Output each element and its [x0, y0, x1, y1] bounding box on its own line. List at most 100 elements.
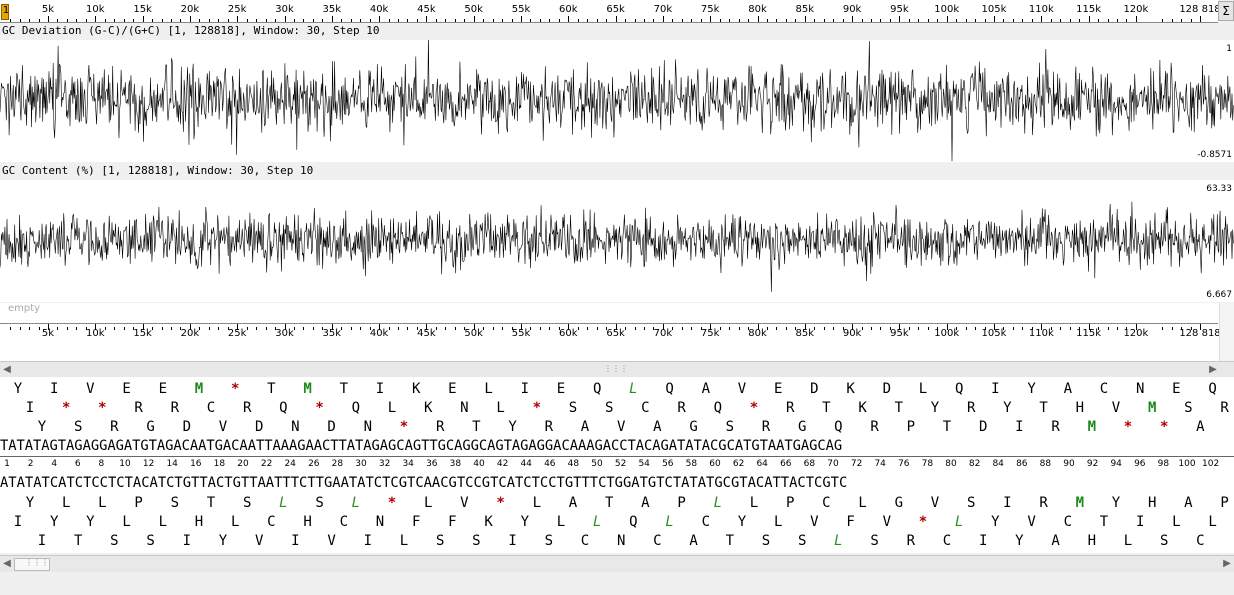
sequence-view[interactable]: Y I V E E M * T M T I K E L I E Q L Q A V E D K D L Q I Y A C N E Q I * * R R… [0, 377, 1234, 553]
ruler-minor-tick [1022, 327, 1024, 330]
ruler-minor-tick [322, 19, 324, 22]
top-ruler[interactable]: 1 5k 10k 15k 20k 25k 30k 35k 40k 45k 50k 55k 60k 65k… [0, 0, 1221, 23]
translation-frame-1: Y I V E E M * T M T I K E L I E Q L Q A V E D K D L Q I Y A C N E Q [0, 381, 1234, 399]
gc-deviation-graph[interactable]: 1 -0.8571 [0, 40, 1234, 162]
seq-position-label: 36 [426, 459, 438, 469]
seq-position-label: 90 [1063, 459, 1075, 469]
amino-acid: Q [665, 381, 674, 397]
amino-acid: N [616, 533, 626, 549]
ruler-minor-tick [218, 327, 220, 330]
ruler-tick-label: 70k [653, 328, 673, 339]
amino-acid: A [689, 533, 698, 549]
ruler-minor-tick [889, 19, 891, 22]
ruler-minor-tick [1162, 19, 1164, 22]
seq-position-label: 40 [473, 459, 485, 469]
seq-position-label: 48 [567, 459, 580, 469]
ruler-minor-tick [1012, 327, 1014, 330]
ruler-minor-tick [29, 19, 31, 22]
amino-acid: E [1172, 381, 1181, 397]
seq-position-label: 52 [614, 459, 627, 469]
ruler-minor-tick [398, 327, 400, 330]
ruler-minor-tick [927, 327, 929, 330]
amino-acid: * [1159, 419, 1169, 435]
ruler-minor-tick [833, 19, 835, 22]
amino-acid: R [110, 419, 119, 435]
ruler-minor-tick [1181, 327, 1183, 330]
ruler-tick-label: 115k [1076, 4, 1102, 15]
ruler-tick [521, 16, 522, 22]
ruler-minor-tick [161, 19, 163, 22]
ruler-tick-label: 5k [41, 4, 55, 15]
ruler-tick [189, 16, 191, 22]
amino-acid: V [1027, 514, 1036, 530]
amino-acid: R [544, 419, 554, 435]
scroll-left-arrow[interactable]: ◀ [0, 362, 14, 377]
seq-position-label: 22 [260, 459, 273, 469]
seq-position-label: 76 [898, 459, 910, 469]
amino-acid: Y [218, 533, 228, 549]
amino-acid: V [616, 419, 626, 435]
amino-acid: L [61, 495, 71, 511]
seq-scroll-right-arrow[interactable]: ▶ [1220, 556, 1234, 571]
ruler-minor-tick [38, 19, 40, 22]
ruler-tick [662, 16, 664, 22]
amino-acid: R [761, 419, 771, 435]
bottom-ruler[interactable]: 5k 10k 15k 20k 25k 30k 35k 40k 45k 50k 55k 60k 65k 70… [0, 323, 1221, 342]
sigma-button[interactable]: Σ [1218, 1, 1234, 21]
ruler-minor-tick [1171, 327, 1173, 330]
ruler-tick-label: 5k [41, 328, 55, 339]
ruler-minor-tick [275, 327, 277, 330]
overview-scrollbar[interactable]: ◀ ⋮⋮⋮ ▶ [0, 361, 1234, 377]
amino-acid: R [170, 400, 180, 416]
overview-panel[interactable]: empty 5k 10k 15k 20k 25k 30k 35k 40k 45k 50k 55k 60… [0, 303, 1234, 361]
seq-scroll-left-arrow[interactable]: ◀ [0, 556, 14, 571]
amino-acid: D [882, 381, 892, 397]
forward-strand: TATATAGTAGAGGAGATGTAGACAATGACAATTAAAGAAC… [0, 438, 843, 454]
scroll-grip[interactable]: ⋮⋮⋮ [604, 364, 628, 373]
amino-acid: L [556, 514, 566, 530]
sequence-scrollbar[interactable]: ◀ ⋮⋮⋮ ▶ [0, 555, 1234, 572]
seq-scroll-thumb[interactable]: ⋮⋮⋮ [14, 558, 50, 571]
amino-acid: Y [1111, 495, 1121, 511]
ruler-minor-tick [842, 327, 844, 330]
seq-position-label: 38 [449, 459, 462, 469]
ruler-tick-label: 65k [606, 4, 625, 15]
ruler-minor-tick [170, 19, 172, 22]
amino-acid: L [158, 514, 168, 530]
amino-acid: A [1184, 495, 1193, 511]
ruler-minor-tick [766, 327, 768, 330]
ruler-minor-tick [360, 19, 362, 22]
panel-resize-handle[interactable] [1219, 303, 1234, 361]
ruler-tick [48, 16, 49, 22]
amino-acid: I [182, 533, 192, 549]
amino-acid: K [411, 381, 421, 397]
seq-position-label: 72 [850, 459, 863, 469]
amino-acid: Q [592, 381, 602, 397]
amino-acid: I [991, 381, 1000, 397]
ruler-minor-tick [303, 327, 305, 330]
scroll-right-arrow[interactable]: ▶ [1206, 362, 1220, 377]
seq-position-label: 8 [98, 459, 105, 469]
amino-acid: A [1063, 381, 1073, 397]
seq-position-label: 14 [166, 459, 178, 469]
sequence-ruler: 1 2 4 6 8 10 12 14 16 18 20 22 24 26 28 30 32 34 36 38 40 42 4… [0, 456, 1234, 473]
amino-acid: L [122, 514, 131, 530]
ruler-minor-tick [293, 19, 295, 22]
seq-position-label: 60 [709, 459, 721, 469]
ruler-tick-label: 15k [133, 4, 152, 15]
seq-position-label: 4 [51, 459, 58, 469]
seq-position-label: 30 [355, 459, 367, 469]
ruler-minor-tick [152, 327, 154, 330]
gc-content-graph[interactable]: 63.33 6.667 [0, 180, 1234, 302]
amino-acid: D [810, 381, 819, 397]
ruler-minor-tick [530, 327, 532, 330]
ruler-minor-tick [889, 327, 891, 330]
amino-acid: V [882, 514, 892, 530]
amino-acid: S [604, 400, 614, 416]
ruler-minor-tick [312, 19, 314, 22]
amino-acid: Y [86, 514, 95, 530]
ruler-minor-tick [1181, 19, 1183, 22]
gc-deviation-max: 1 [1226, 44, 1232, 54]
ruler-minor-tick [1022, 19, 1024, 22]
seq-position-label: 70 [827, 459, 839, 469]
